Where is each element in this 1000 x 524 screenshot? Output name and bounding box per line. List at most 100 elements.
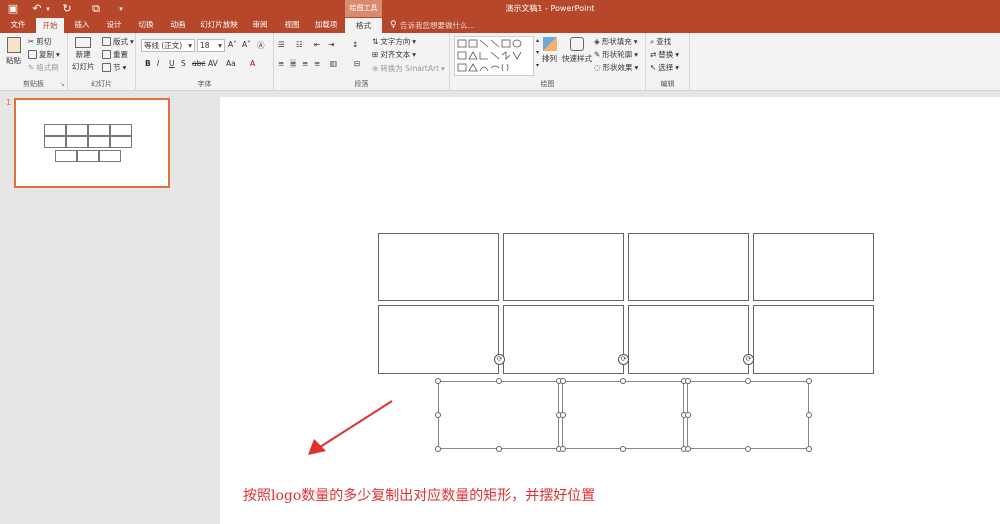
reset-button[interactable]: 重置	[102, 49, 128, 60]
tab-slideshow[interactable]: 幻灯片放映	[196, 17, 242, 33]
slide-thumbnail[interactable]	[14, 98, 170, 188]
quick-styles-button[interactable]: 快速样式	[562, 37, 592, 64]
resize-handle[interactable]	[745, 446, 751, 452]
shrink-font-icon[interactable]: A˅	[242, 40, 251, 49]
text-direction-button[interactable]: ⇅ 文字方向 ▾	[372, 36, 416, 47]
strikethrough-icon[interactable]: abc	[192, 59, 205, 68]
align-right-icon[interactable]: ≡	[302, 59, 308, 68]
decrease-indent-icon[interactable]: ⇤	[314, 40, 320, 49]
resize-handle[interactable]	[806, 412, 812, 418]
columns-icon[interactable]: ▥	[330, 59, 337, 68]
tab-design[interactable]: 设计	[100, 17, 128, 33]
shape-fill-button[interactable]: ◈ 形状填充 ▾	[594, 36, 638, 47]
tab-review[interactable]: 审阅	[246, 17, 274, 33]
tab-insert[interactable]: 插入	[68, 17, 96, 33]
underline-icon[interactable]: U	[169, 59, 175, 68]
shapes-gallery[interactable]	[454, 36, 534, 76]
resize-handle[interactable]	[496, 446, 502, 452]
tab-view[interactable]: 视图	[278, 17, 306, 33]
save-icon[interactable]: ▣	[6, 1, 20, 16]
gallery-down-icon[interactable]: ▾	[536, 49, 539, 56]
bold-icon[interactable]: B	[145, 59, 151, 68]
change-case-icon[interactable]: Aa	[226, 59, 236, 68]
customize-toolbar-icon[interactable]: ▾	[116, 1, 126, 16]
font-color-icon[interactable]: A	[250, 59, 255, 68]
rectangle-shape[interactable]	[378, 233, 499, 301]
line-spacing-icon[interactable]: ↕	[352, 40, 358, 49]
character-spacing-icon[interactable]: AV	[208, 59, 218, 68]
annotation-caption: 按照logo数量的多少复制出对应数量的矩形，并摆好位置	[243, 488, 596, 504]
justify-icon[interactable]: ≡	[314, 59, 320, 68]
new-slide-button[interactable]: 新建 幻灯片	[72, 37, 95, 72]
select-button[interactable]: ↖ 选择 ▾	[650, 62, 679, 73]
resize-handle[interactable]	[806, 446, 812, 452]
align-text-button[interactable]: ⊞ 对齐文本 ▾	[372, 49, 416, 60]
resize-handle[interactable]	[685, 378, 691, 384]
bullets-icon[interactable]: ☰	[278, 40, 285, 49]
resize-handle[interactable]	[560, 412, 566, 418]
paragraph-direction-icon[interactable]: ⊟	[354, 59, 360, 68]
tab-transitions[interactable]: 切换	[132, 17, 160, 33]
dialog-launcher-icon[interactable]: ↘	[60, 81, 65, 88]
rectangle-shape[interactable]	[503, 305, 624, 374]
resize-handle[interactable]	[496, 378, 502, 384]
resize-handle[interactable]	[435, 412, 441, 418]
numbering-icon[interactable]: ☷	[296, 40, 303, 49]
section-button[interactable]: 节 ▾	[102, 62, 126, 73]
rotate-handle-icon[interactable]: ⟳	[618, 354, 629, 365]
tab-animations[interactable]: 动画	[164, 17, 192, 33]
undo-icon[interactable]: ↶	[30, 1, 44, 16]
align-left-icon[interactable]: ≡	[278, 59, 284, 68]
resize-handle[interactable]	[435, 378, 441, 384]
shape-outline-button[interactable]: ✎ 形状轮廓 ▾	[594, 49, 638, 60]
rectangle-shape[interactable]	[628, 305, 749, 374]
rectangle-shape[interactable]	[378, 305, 499, 374]
resize-handle[interactable]	[560, 446, 566, 452]
paste-button[interactable]: 粘贴	[6, 37, 21, 66]
font-size-dropdown[interactable]: 18 ▾	[197, 39, 225, 52]
arrange-button[interactable]: 排列	[542, 37, 557, 64]
resize-handle[interactable]	[745, 378, 751, 384]
resize-handle[interactable]	[620, 378, 626, 384]
convert-smartart-button[interactable]: ⊕ 转换为 SmartArt ▾	[372, 63, 445, 74]
tab-home[interactable]: 开始	[36, 18, 64, 33]
rectangle-shape[interactable]	[753, 305, 874, 374]
increase-indent-icon[interactable]: ⇥	[328, 40, 334, 49]
resize-handle[interactable]	[620, 446, 626, 452]
start-from-beginning-icon[interactable]: ⧉	[88, 1, 104, 16]
undo-dropdown-icon[interactable]: ▾	[44, 1, 52, 16]
copy-button[interactable]: 复制 ▾	[28, 49, 60, 60]
redo-icon[interactable]: ↻	[60, 1, 74, 16]
resize-handle[interactable]	[806, 378, 812, 384]
format-painter-button[interactable]: ✎ 格式刷	[28, 62, 59, 73]
gallery-up-icon[interactable]: ▴	[536, 37, 539, 44]
tell-me-input[interactable]: 告诉我您想要做什么...	[400, 20, 475, 31]
align-center-icon[interactable]: ≡	[290, 59, 297, 68]
clear-formatting-icon[interactable]: Ⓐ	[257, 40, 265, 51]
grow-font-icon[interactable]: A˄	[228, 40, 237, 49]
font-name-dropdown[interactable]: 等线 (正文) ▾	[141, 39, 195, 52]
tab-file[interactable]: 文件	[4, 17, 32, 33]
resize-handle[interactable]	[685, 446, 691, 452]
rotate-handle-icon[interactable]: ⟳	[494, 354, 505, 365]
cut-button[interactable]: ✂ 剪切	[28, 36, 51, 47]
shape-effects-button[interactable]: ◌ 形状效果 ▾	[594, 62, 638, 73]
rectangle-shape[interactable]	[628, 233, 749, 301]
tab-addins[interactable]: 加载项	[310, 17, 342, 33]
resize-handle[interactable]	[560, 378, 566, 384]
selected-rectangle-shape[interactable]	[687, 381, 809, 449]
rotate-handle-icon[interactable]: ⟳	[743, 354, 754, 365]
resize-handle[interactable]	[435, 446, 441, 452]
shadow-icon[interactable]: S	[181, 59, 186, 68]
gallery-more-icon[interactable]: ▾	[536, 62, 539, 69]
rectangle-shape[interactable]	[753, 233, 874, 301]
rectangle-shape[interactable]	[503, 233, 624, 301]
tab-format[interactable]: 格式	[345, 18, 382, 33]
replace-button[interactable]: ⇄ 替换 ▾	[650, 49, 679, 60]
italic-icon[interactable]: I	[157, 59, 159, 68]
selected-rectangle-shape[interactable]	[562, 381, 684, 449]
layout-button[interactable]: 版式 ▾	[102, 36, 134, 47]
selected-rectangle-shape[interactable]	[438, 381, 559, 449]
find-button[interactable]: ⌕ 查找	[650, 36, 671, 47]
resize-handle[interactable]	[685, 412, 691, 418]
